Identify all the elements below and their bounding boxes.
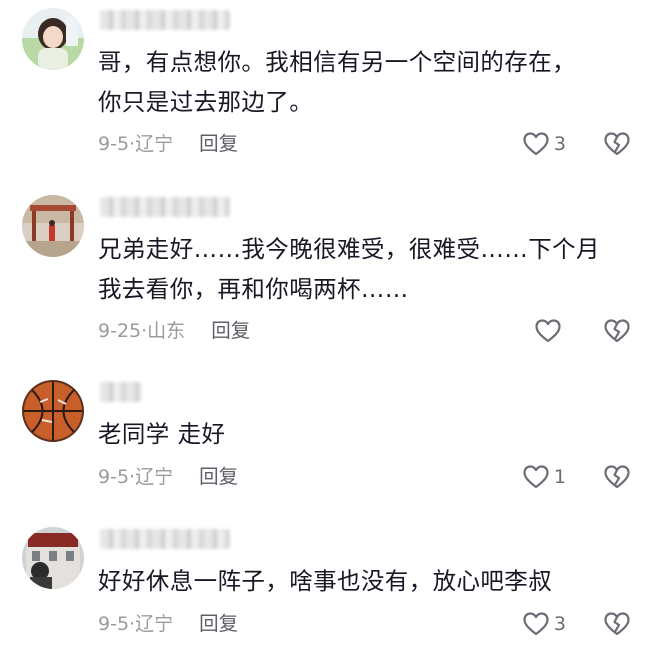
like-button[interactable]: 3: [522, 129, 566, 159]
avatar[interactable]: [22, 195, 84, 257]
comment-location: 辽宁: [135, 613, 174, 635]
broken-heart-icon: [603, 464, 631, 490]
comment-text: 好好休息一阵子，啥事也没有，放心吧李叔: [98, 567, 553, 595]
comment-location: 辽宁: [135, 133, 174, 155]
comment-text: 老同学 走好: [98, 420, 226, 448]
comment-text: 哥，有点想你。我相信有另一个空间的存在， 你只是过去那边了。: [98, 48, 576, 116]
heart-outline-icon: [534, 318, 562, 344]
username[interactable]: [100, 10, 230, 30]
comment-date: 9-5: [98, 133, 130, 155]
comment-text: 兄弟走好……我今晚很难受，很难受……下个月 我去看你，再和你喝两杯……: [98, 235, 600, 303]
like-count: 3: [553, 613, 566, 635]
username[interactable]: [100, 382, 142, 402]
comment-location: 山东: [147, 320, 186, 342]
dislike-button[interactable]: [602, 462, 632, 492]
comment-date: 9-5: [98, 613, 130, 635]
like-button[interactable]: [534, 316, 566, 346]
reply-button[interactable]: 回复: [199, 609, 238, 639]
comment-meta: 9-5 · 辽宁 回复: [98, 609, 238, 639]
like-count: 1: [553, 466, 566, 488]
broken-heart-icon: [603, 131, 631, 157]
heart-outline-icon: [522, 611, 550, 637]
like-button[interactable]: 1: [522, 462, 566, 492]
comment-date: 9-25: [98, 320, 142, 342]
comment-meta: 9-5 · 辽宁 回复: [98, 462, 238, 492]
reply-button[interactable]: 回复: [199, 462, 238, 492]
avatar[interactable]: [22, 380, 84, 442]
dislike-button[interactable]: [602, 316, 632, 346]
avatar[interactable]: [22, 527, 84, 589]
comment-meta: 9-5 · 辽宁 回复: [98, 129, 238, 159]
broken-heart-icon: [603, 318, 631, 344]
username[interactable]: [100, 529, 230, 549]
username[interactable]: [100, 197, 230, 217]
dislike-button[interactable]: [602, 129, 632, 159]
comment-location: 辽宁: [135, 466, 174, 488]
broken-heart-icon: [603, 611, 631, 637]
like-count: 3: [553, 133, 566, 155]
comment-meta: 9-25 · 山东 回复: [98, 316, 250, 346]
heart-outline-icon: [522, 464, 550, 490]
comment-date: 9-5: [98, 466, 130, 488]
heart-outline-icon: [522, 131, 550, 157]
avatar[interactable]: [22, 8, 84, 70]
dislike-button[interactable]: [602, 609, 632, 639]
reply-button[interactable]: 回复: [211, 316, 250, 346]
reply-button[interactable]: 回复: [199, 129, 238, 159]
like-button[interactable]: 3: [522, 609, 566, 639]
